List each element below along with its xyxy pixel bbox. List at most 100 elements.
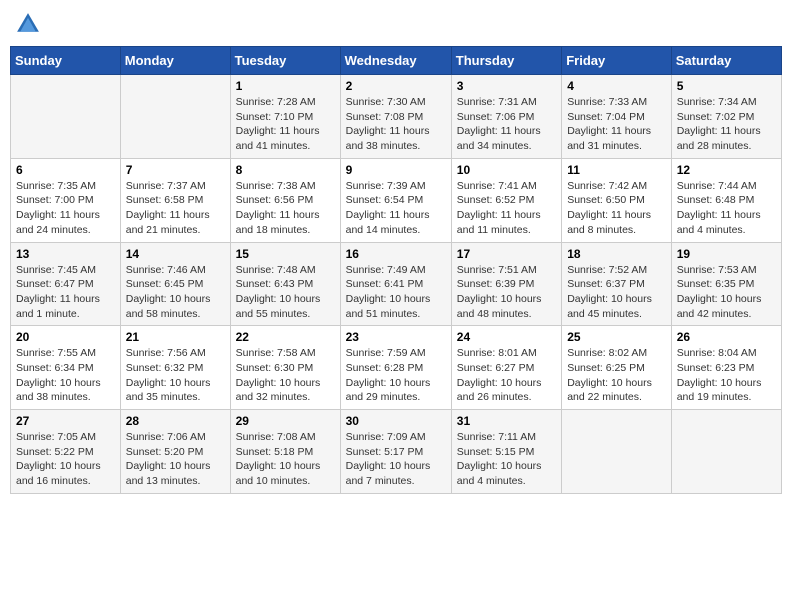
day-number: 1: [236, 79, 335, 93]
day-number: 4: [567, 79, 666, 93]
column-header-sunday: Sunday: [11, 47, 121, 75]
calendar-week-row: 13Sunrise: 7:45 AM Sunset: 6:47 PM Dayli…: [11, 242, 782, 326]
day-info: Sunrise: 7:53 AM Sunset: 6:35 PM Dayligh…: [677, 263, 776, 322]
day-number: 30: [346, 414, 446, 428]
calendar-cell: 16 Sunrise: 7:49 AM Sunset: 6:41 PM Dayli…: [340, 242, 451, 326]
day-info: Sunrise: 7:11 AM Sunset: 5:15 PM Dayligh…: [457, 430, 556, 489]
calendar-week-row: 27 Sunrise: 7:05 AM Sunset: 5:22 PM Dayli…: [11, 410, 782, 494]
day-number: 5: [677, 79, 776, 93]
day-info: Sunrise: 7:09 AM Sunset: 5:17 PM Dayligh…: [346, 430, 446, 489]
calendar-cell: 6Sunrise: 7:35 AM Sunset: 7:00 PM Daylig…: [11, 158, 121, 242]
column-header-friday: Friday: [562, 47, 672, 75]
day-info: Sunrise: 7:51 AM Sunset: 6:39 PM Dayligh…: [457, 263, 556, 322]
calendar-header-row: SundayMondayTuesdayWednesdayThursdayFrid…: [11, 47, 782, 75]
day-number: 27: [16, 414, 115, 428]
day-number: 2: [346, 79, 446, 93]
calendar-cell: 11 Sunrise: 7:42 AM Sunset: 6:50 PM Dayli…: [562, 158, 672, 242]
calendar-cell: 20 Sunrise: 7:55 AM Sunset: 6:34 PM Dayli…: [11, 326, 121, 410]
calendar-cell: 25 Sunrise: 8:02 AM Sunset: 6:25 PM Dayli…: [562, 326, 672, 410]
day-info: Sunrise: 8:04 AM Sunset: 6:23 PM Dayligh…: [677, 346, 776, 405]
logo: [14, 10, 46, 38]
day-number: 26: [677, 330, 776, 344]
day-info: Sunrise: 7:58 AM Sunset: 6:30 PM Dayligh…: [236, 346, 335, 405]
day-info: Sunrise: 7:35 AM Sunset: 7:00 PM Dayligh…: [16, 179, 115, 238]
day-info: Sunrise: 8:02 AM Sunset: 6:25 PM Dayligh…: [567, 346, 666, 405]
calendar-week-row: 6Sunrise: 7:35 AM Sunset: 7:00 PM Daylig…: [11, 158, 782, 242]
calendar-cell: 23 Sunrise: 7:59 AM Sunset: 6:28 PM Dayli…: [340, 326, 451, 410]
day-info: Sunrise: 7:42 AM Sunset: 6:50 PM Dayligh…: [567, 179, 666, 238]
day-number: 12: [677, 163, 776, 177]
day-info: Sunrise: 7:55 AM Sunset: 6:34 PM Dayligh…: [16, 346, 115, 405]
calendar-week-row: 1 Sunrise: 7:28 AM Sunset: 7:10 PM Daylig…: [11, 75, 782, 159]
calendar-cell: [11, 75, 121, 159]
day-info: Sunrise: 7:59 AM Sunset: 6:28 PM Dayligh…: [346, 346, 446, 405]
page-header: [10, 10, 782, 38]
day-info: Sunrise: 7:30 AM Sunset: 7:08 PM Dayligh…: [346, 95, 446, 154]
day-info: Sunrise: 7:37 AM Sunset: 6:58 PM Dayligh…: [126, 179, 225, 238]
day-number: 16: [346, 247, 446, 261]
calendar-cell: 4Sunrise: 7:33 AM Sunset: 7:04 PM Daylig…: [562, 75, 672, 159]
calendar-cell: 10Sunrise: 7:41 AM Sunset: 6:52 PM Dayli…: [451, 158, 561, 242]
day-number: 21: [126, 330, 225, 344]
calendar-cell: 28 Sunrise: 7:06 AM Sunset: 5:20 PM Dayli…: [120, 410, 230, 494]
day-info: Sunrise: 7:49 AM Sunset: 6:41 PM Dayligh…: [346, 263, 446, 322]
day-info: Sunrise: 7:48 AM Sunset: 6:43 PM Dayligh…: [236, 263, 335, 322]
day-number: 9: [346, 163, 446, 177]
column-header-monday: Monday: [120, 47, 230, 75]
calendar-cell: 24Sunrise: 8:01 AM Sunset: 6:27 PM Dayli…: [451, 326, 561, 410]
day-number: 8: [236, 163, 335, 177]
calendar-cell: 15 Sunrise: 7:48 AM Sunset: 6:43 PM Dayli…: [230, 242, 340, 326]
calendar-cell: [120, 75, 230, 159]
day-number: 14: [126, 247, 225, 261]
calendar-cell: 3 Sunrise: 7:31 AM Sunset: 7:06 PM Daylig…: [451, 75, 561, 159]
column-header-wednesday: Wednesday: [340, 47, 451, 75]
day-info: Sunrise: 7:39 AM Sunset: 6:54 PM Dayligh…: [346, 179, 446, 238]
day-info: Sunrise: 7:08 AM Sunset: 5:18 PM Dayligh…: [236, 430, 335, 489]
day-number: 31: [457, 414, 556, 428]
day-number: 24: [457, 330, 556, 344]
calendar-cell: 31 Sunrise: 7:11 AM Sunset: 5:15 PM Dayli…: [451, 410, 561, 494]
calendar-cell: 29Sunrise: 7:08 AM Sunset: 5:18 PM Dayli…: [230, 410, 340, 494]
day-info: Sunrise: 7:46 AM Sunset: 6:45 PM Dayligh…: [126, 263, 225, 322]
calendar-cell: 18Sunrise: 7:52 AM Sunset: 6:37 PM Dayli…: [562, 242, 672, 326]
calendar-table: SundayMondayTuesdayWednesdayThursdayFrid…: [10, 46, 782, 494]
day-info: Sunrise: 7:52 AM Sunset: 6:37 PM Dayligh…: [567, 263, 666, 322]
calendar-cell: 1 Sunrise: 7:28 AM Sunset: 7:10 PM Daylig…: [230, 75, 340, 159]
calendar-cell: 2 Sunrise: 7:30 AM Sunset: 7:08 PM Daylig…: [340, 75, 451, 159]
calendar-cell: 21 Sunrise: 7:56 AM Sunset: 6:32 PM Dayli…: [120, 326, 230, 410]
calendar-cell: 17 Sunrise: 7:51 AM Sunset: 6:39 PM Dayli…: [451, 242, 561, 326]
calendar-cell: 13Sunrise: 7:45 AM Sunset: 6:47 PM Dayli…: [11, 242, 121, 326]
day-number: 7: [126, 163, 225, 177]
day-number: 22: [236, 330, 335, 344]
day-info: Sunrise: 7:34 AM Sunset: 7:02 PM Dayligh…: [677, 95, 776, 154]
day-number: 17: [457, 247, 556, 261]
day-number: 15: [236, 247, 335, 261]
calendar-cell: [671, 410, 781, 494]
day-number: 25: [567, 330, 666, 344]
day-number: 3: [457, 79, 556, 93]
calendar-cell: 22 Sunrise: 7:58 AM Sunset: 6:30 PM Dayli…: [230, 326, 340, 410]
calendar-week-row: 20 Sunrise: 7:55 AM Sunset: 6:34 PM Dayli…: [11, 326, 782, 410]
day-info: Sunrise: 7:05 AM Sunset: 5:22 PM Dayligh…: [16, 430, 115, 489]
column-header-thursday: Thursday: [451, 47, 561, 75]
calendar-cell: 30 Sunrise: 7:09 AM Sunset: 5:17 PM Dayli…: [340, 410, 451, 494]
day-number: 20: [16, 330, 115, 344]
day-info: Sunrise: 7:44 AM Sunset: 6:48 PM Dayligh…: [677, 179, 776, 238]
calendar-cell: 19 Sunrise: 7:53 AM Sunset: 6:35 PM Dayli…: [671, 242, 781, 326]
day-info: Sunrise: 7:31 AM Sunset: 7:06 PM Dayligh…: [457, 95, 556, 154]
calendar-cell: 9 Sunrise: 7:39 AM Sunset: 6:54 PM Daylig…: [340, 158, 451, 242]
day-number: 11: [567, 163, 666, 177]
calendar-cell: 14 Sunrise: 7:46 AM Sunset: 6:45 PM Dayli…: [120, 242, 230, 326]
day-number: 19: [677, 247, 776, 261]
logo-icon: [14, 10, 42, 38]
day-info: Sunrise: 7:28 AM Sunset: 7:10 PM Dayligh…: [236, 95, 335, 154]
day-info: Sunrise: 7:06 AM Sunset: 5:20 PM Dayligh…: [126, 430, 225, 489]
day-number: 10: [457, 163, 556, 177]
calendar-cell: 5 Sunrise: 7:34 AM Sunset: 7:02 PM Daylig…: [671, 75, 781, 159]
day-number: 28: [126, 414, 225, 428]
column-header-saturday: Saturday: [671, 47, 781, 75]
day-info: Sunrise: 7:56 AM Sunset: 6:32 PM Dayligh…: [126, 346, 225, 405]
day-number: 23: [346, 330, 446, 344]
column-header-tuesday: Tuesday: [230, 47, 340, 75]
day-number: 13: [16, 247, 115, 261]
